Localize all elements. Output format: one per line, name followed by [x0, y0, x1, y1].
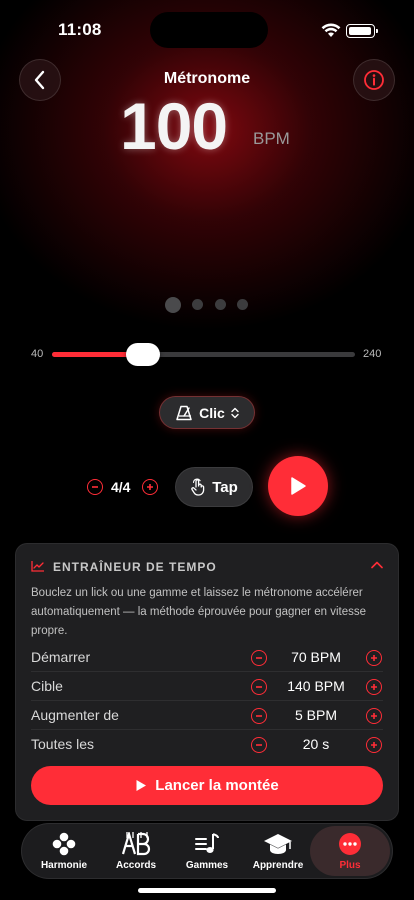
signature-decrease-button[interactable] — [87, 479, 103, 495]
launch-ramp-button[interactable]: Lancer la montée — [31, 766, 383, 805]
row-value-interval: 20 s — [302, 736, 330, 752]
wifi-icon — [321, 23, 341, 37]
row-label-interval: Toutes les — [31, 736, 95, 752]
target-increase-button[interactable] — [366, 679, 382, 695]
page-dot-1[interactable] — [165, 297, 181, 313]
info-button[interactable] — [353, 59, 395, 101]
tab-label: Apprendre — [252, 859, 304, 871]
more-icon — [339, 832, 361, 855]
page-dot-3[interactable] — [215, 299, 226, 310]
minus-icon — [92, 486, 98, 488]
dynamic-island — [150, 12, 268, 48]
tab-apprendre[interactable]: Apprendre — [246, 823, 310, 879]
tab-label: Accords — [115, 859, 156, 871]
row-label-start: Démarrer — [31, 649, 91, 665]
tap-label: Tap — [212, 478, 238, 496]
graduation-cap-icon — [264, 833, 292, 854]
row-value-increment: 5 BPM — [294, 707, 337, 723]
minus-icon — [256, 657, 262, 659]
harmony-icon — [52, 832, 76, 855]
tab-accords[interactable]: Accords — [104, 823, 168, 879]
minus-icon — [256, 715, 262, 717]
tab-plus[interactable]: Plus — [310, 826, 390, 876]
start-increase-button[interactable] — [366, 650, 382, 666]
row-label-target: Cible — [31, 678, 63, 694]
row-divider — [31, 729, 383, 730]
chevron-up-down-icon — [231, 407, 239, 418]
tempo-slider-thumb[interactable] — [125, 343, 160, 366]
tap-tempo-button[interactable]: Tap — [175, 467, 253, 507]
plus-icon — [371, 655, 377, 661]
time-signature: 4/4 — [111, 479, 131, 495]
status-time: 11:08 — [58, 20, 102, 39]
increment-increase-button[interactable] — [366, 708, 382, 724]
play-button[interactable] — [268, 456, 328, 516]
trainer-description: Bouclez un lick ou une gamme et laissez … — [31, 587, 366, 637]
increment-decrease-button[interactable] — [251, 708, 267, 724]
metronome-icon — [176, 405, 192, 420]
slider-max-label: 240 — [363, 348, 382, 360]
row-divider — [31, 671, 383, 672]
interval-decrease-button[interactable] — [251, 737, 267, 753]
tab-gammes[interactable]: Gammes — [175, 823, 239, 879]
plus-icon — [371, 684, 377, 690]
signature-increase-button[interactable] — [142, 479, 158, 495]
play-icon — [291, 477, 306, 495]
trainer-title: ENTRAÎNEUR DE TEMPO — [53, 560, 217, 574]
page-dot-4[interactable] — [237, 299, 248, 310]
row-label-increment: Augmenter de — [31, 707, 119, 723]
row-divider — [31, 700, 383, 701]
row-value-start: 70 BPM — [291, 649, 341, 665]
plus-icon — [371, 713, 377, 719]
tempo-unit: BPM — [253, 129, 290, 148]
play-icon — [136, 780, 147, 791]
tab-label: Gammes — [185, 859, 229, 871]
tempo-value: 100 — [120, 89, 228, 163]
hand-tap-icon — [191, 478, 205, 496]
trend-chart-icon — [31, 561, 44, 572]
tab-harmonie[interactable]: Harmonie — [32, 823, 96, 879]
plus-icon — [371, 742, 377, 748]
chevron-up-icon[interactable] — [371, 561, 383, 569]
slider-min-label: 40 — [31, 348, 44, 360]
home-indicator — [138, 888, 276, 893]
battery-icon — [346, 24, 378, 38]
minus-icon — [256, 686, 262, 688]
tab-label: Plus — [339, 859, 361, 871]
chords-icon — [121, 831, 151, 855]
scales-icon — [195, 832, 219, 853]
page-title: Métronome — [163, 70, 251, 87]
tab-label: Harmonie — [40, 859, 88, 871]
sound-selector[interactable]: Clic — [159, 396, 255, 429]
sound-label: Clic — [199, 404, 225, 421]
interval-increase-button[interactable] — [366, 737, 382, 753]
info-icon — [364, 70, 384, 90]
plus-icon — [147, 484, 153, 490]
launch-label: Lancer la montée — [155, 777, 279, 794]
minus-icon — [256, 744, 262, 746]
start-decrease-button[interactable] — [251, 650, 267, 666]
page-dot-2[interactable] — [192, 299, 203, 310]
row-value-target: 140 BPM — [287, 678, 345, 694]
target-decrease-button[interactable] — [251, 679, 267, 695]
